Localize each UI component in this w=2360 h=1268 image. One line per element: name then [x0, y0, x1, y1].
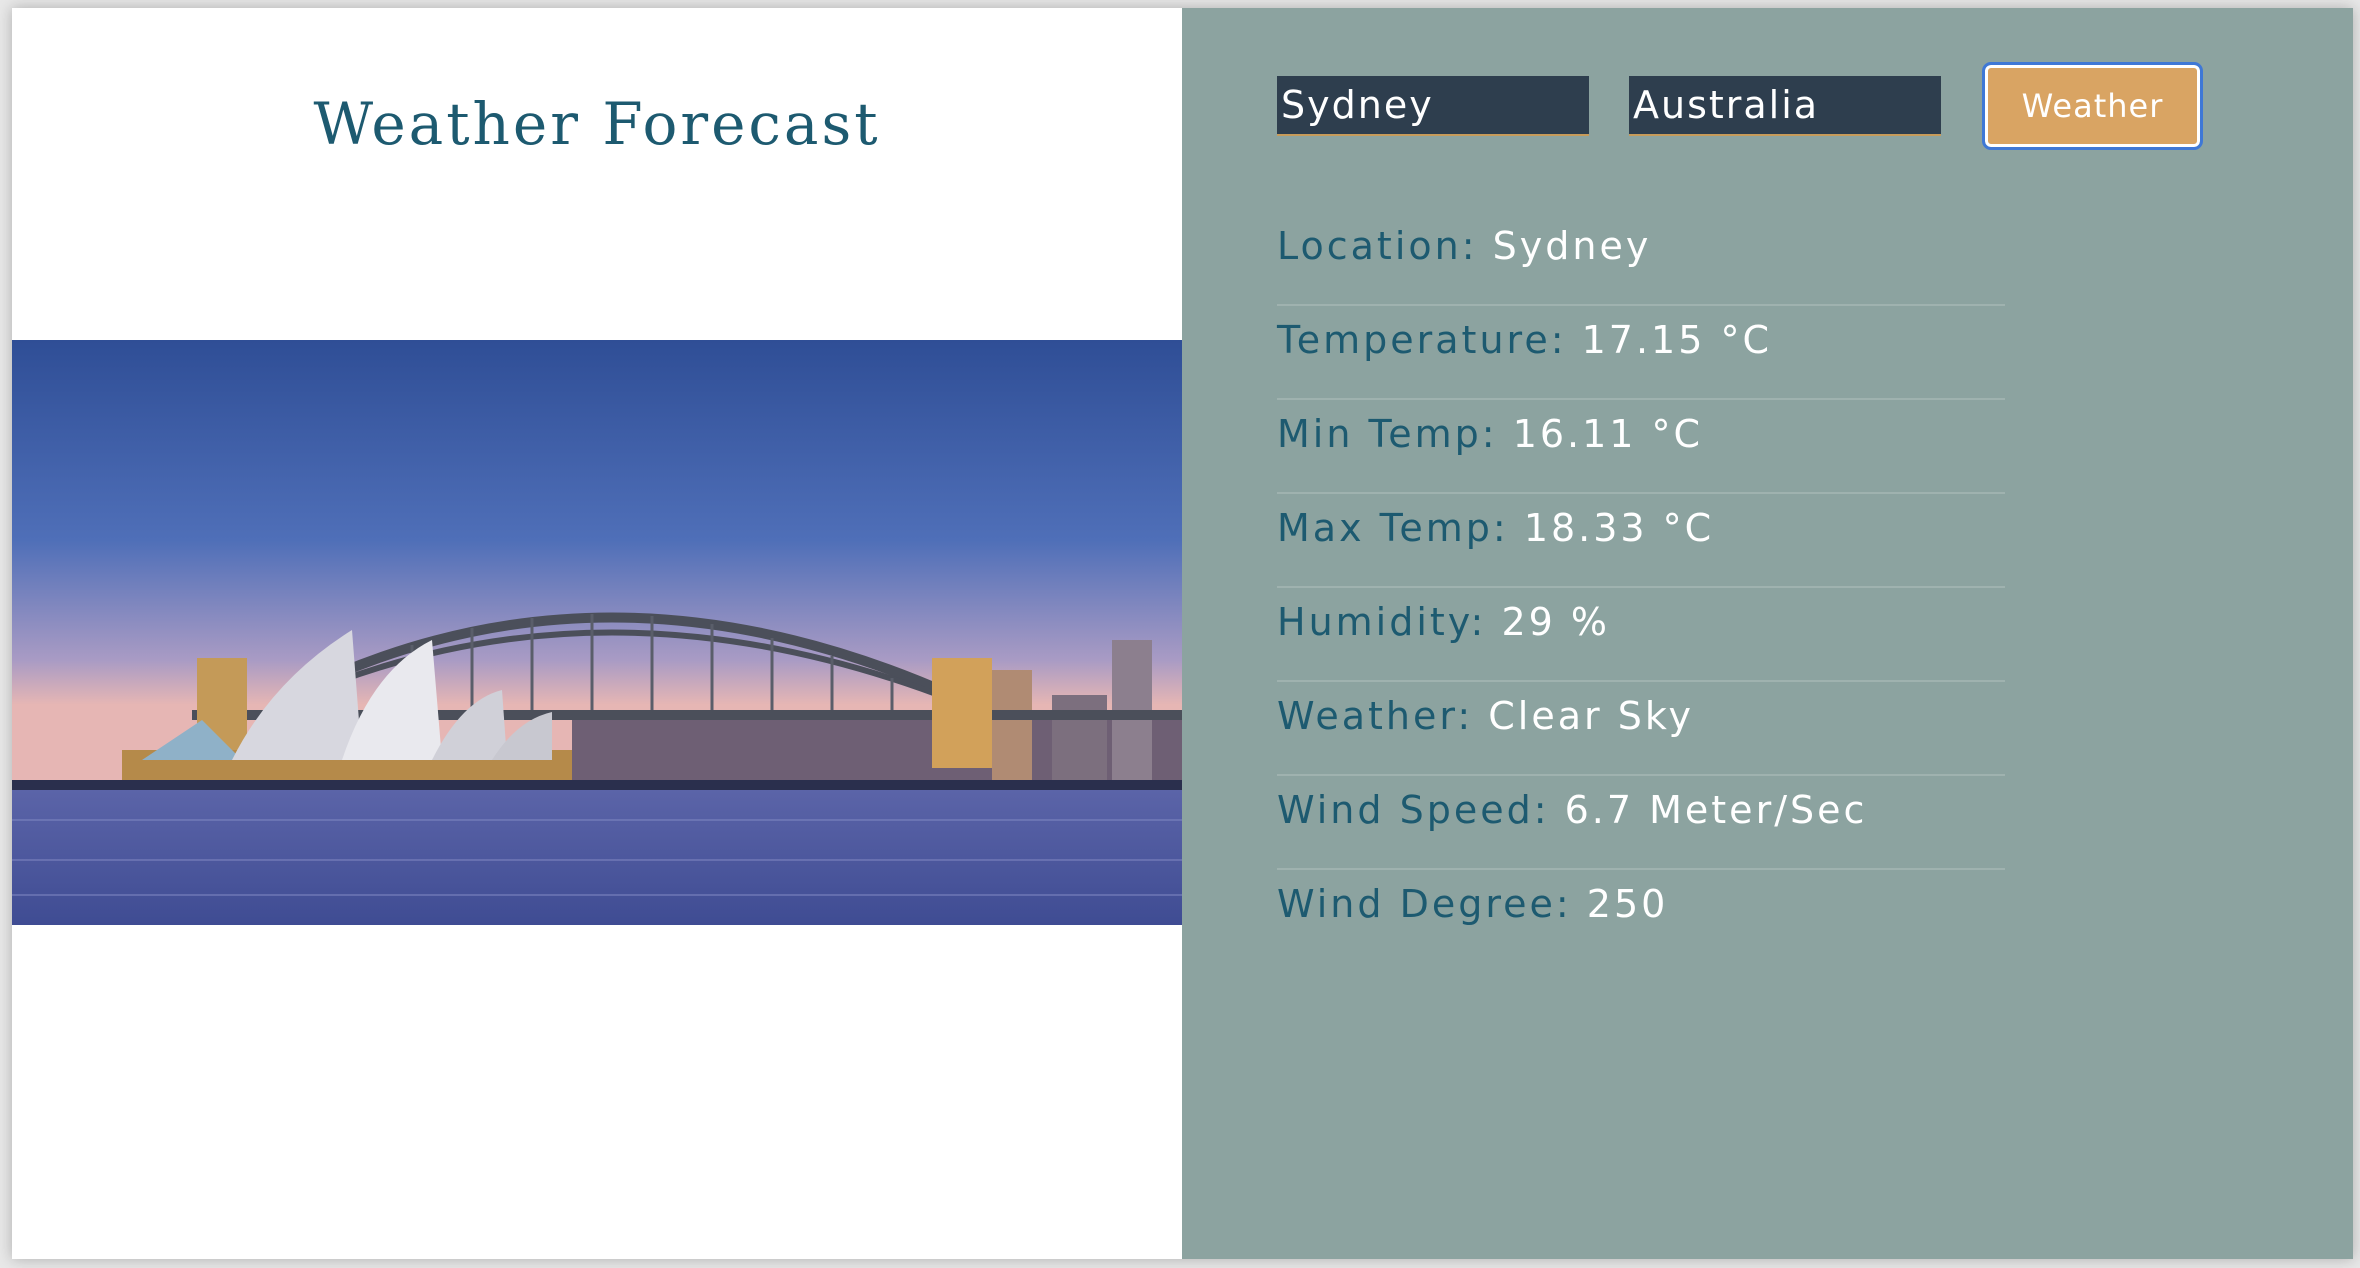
- detail-label: Humidity:: [1277, 600, 1487, 644]
- weather-details-list: Location: Sydney Temperature: 17.15 °C M…: [1277, 214, 2005, 966]
- detail-value: 250: [1586, 882, 1669, 926]
- detail-value: Clear Sky: [1488, 694, 1694, 738]
- detail-label: Temperature:: [1277, 318, 1567, 362]
- detail-label: Wind Speed:: [1277, 788, 1550, 832]
- detail-value: Sydney: [1492, 224, 1652, 268]
- page-title: Weather Forecast: [313, 90, 881, 158]
- detail-humidity: Humidity: 29 %: [1277, 590, 2005, 682]
- weather-panel: Weather Location: Sydney Temperature: 17…: [1182, 8, 2353, 1259]
- detail-label: Location:: [1277, 224, 1478, 268]
- detail-value: 17.15 °C: [1581, 318, 1773, 362]
- weather-button[interactable]: Weather: [1982, 62, 2203, 150]
- detail-label: Wind Degree:: [1277, 882, 1572, 926]
- detail-value: 18.33 °C: [1523, 506, 1715, 550]
- city-input[interactable]: [1277, 76, 1589, 136]
- detail-label: Weather:: [1277, 694, 1474, 738]
- sydney-harbour-illustration: [12, 340, 1182, 925]
- sydney-harbour-photo: [12, 340, 1182, 925]
- detail-temperature: Temperature: 17.15 °C: [1277, 308, 2005, 400]
- detail-label: Min Temp:: [1277, 412, 1498, 456]
- detail-wind-degree: Wind Degree: 250: [1277, 872, 2005, 964]
- detail-weather: Weather: Clear Sky: [1277, 684, 2005, 776]
- detail-wind-speed: Wind Speed: 6.7 Meter/Sec: [1277, 778, 2005, 870]
- left-panel: Weather Forecast: [12, 8, 1182, 1259]
- detail-value: 6.7 Meter/Sec: [1564, 788, 1868, 832]
- detail-location: Location: Sydney: [1277, 214, 2005, 306]
- detail-max-temp: Max Temp: 18.33 °C: [1277, 496, 2005, 588]
- detail-value: 16.11 °C: [1512, 412, 1704, 456]
- app-window: Weather Forecast Sydney Australia Weathe…: [12, 8, 2353, 1259]
- detail-label: Max Temp:: [1277, 506, 1509, 550]
- detail-value: 29 %: [1501, 600, 1610, 644]
- country-input[interactable]: [1629, 76, 1941, 136]
- detail-min-temp: Min Temp: 16.11 °C: [1277, 402, 2005, 494]
